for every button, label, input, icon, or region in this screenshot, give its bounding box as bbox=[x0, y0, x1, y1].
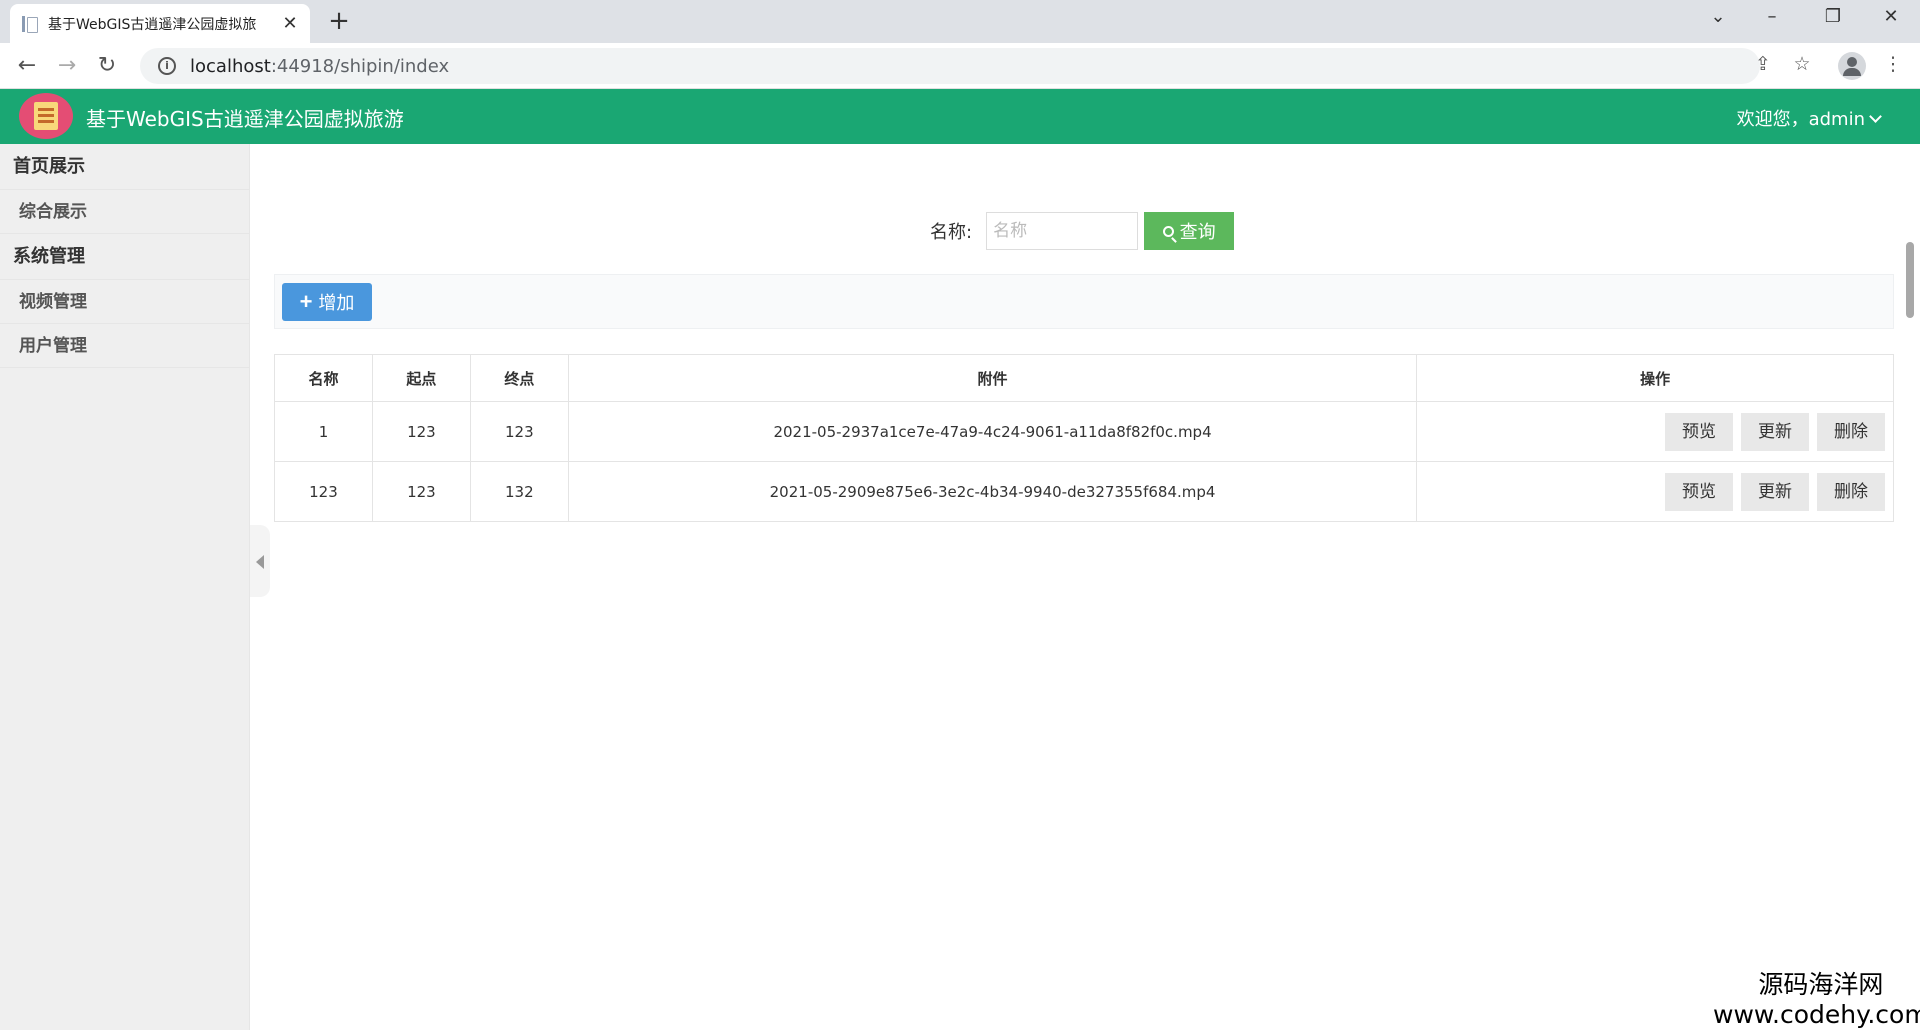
search-button[interactable]: 查询 bbox=[1144, 212, 1235, 250]
sidebar-group-system[interactable]: 系统管理 bbox=[0, 234, 249, 280]
share-icon[interactable]: ⇪ bbox=[1750, 53, 1776, 79]
sidebar-collapse-handle[interactable] bbox=[250, 525, 270, 597]
table-header-row: 名称 起点 终点 附件 操作 bbox=[274, 354, 1894, 402]
bookmark-star-icon[interactable]: ☆ bbox=[1789, 53, 1815, 79]
tab-search-dropdown-icon[interactable]: ⌄ bbox=[1698, 6, 1738, 27]
reload-icon[interactable]: ↻ bbox=[92, 51, 122, 81]
cell-name: 123 bbox=[274, 461, 373, 522]
update-button[interactable]: 更新 bbox=[1741, 412, 1809, 451]
close-tab-icon[interactable]: ✕ bbox=[280, 13, 300, 34]
search-icon bbox=[1162, 225, 1174, 237]
plus-icon: + bbox=[299, 289, 313, 314]
search-button-label: 查询 bbox=[1179, 222, 1216, 242]
search-input[interactable] bbox=[986, 212, 1139, 250]
cell-start: 123 bbox=[371, 401, 471, 462]
sidebar-item-overview[interactable]: 综合展示 bbox=[0, 190, 249, 234]
chevron-down-icon bbox=[1869, 110, 1882, 123]
forward-arrow-icon[interactable]: → bbox=[52, 51, 82, 81]
minimize-window-button[interactable]: – bbox=[1752, 6, 1792, 27]
column-header-start: 起点 bbox=[371, 354, 471, 402]
search-label: 名称: bbox=[930, 222, 973, 243]
sidebar-item-video[interactable]: 视频管理 bbox=[0, 280, 249, 324]
restore-window-button[interactable]: ❐ bbox=[1813, 6, 1853, 27]
site-info-icon[interactable]: i bbox=[158, 57, 176, 75]
url-input[interactable]: i localhost:44918/shipin/index bbox=[140, 48, 1760, 84]
cell-actions: 预览 更新 删除 bbox=[1416, 461, 1894, 522]
user-menu[interactable]: 欢迎您，admin bbox=[1736, 105, 1882, 131]
column-header-end: 终点 bbox=[469, 354, 569, 402]
cell-attachment: 2021-05-2937a1ce7e-47a9-4c24-9061-a11da8… bbox=[567, 401, 1418, 462]
preview-button[interactable]: 预览 bbox=[1665, 412, 1733, 451]
cell-attachment: 2021-05-2909e875e6-3e2c-4b34-9940-de3273… bbox=[567, 461, 1418, 522]
column-header-actions: 操作 bbox=[1416, 354, 1894, 402]
add-button[interactable]: + 增加 bbox=[282, 283, 372, 321]
search-form: 名称: 查询 bbox=[930, 211, 1235, 251]
app-title: 基于WebGIS古逍遥津公园虚拟旅游 bbox=[86, 107, 404, 131]
profile-avatar-icon[interactable] bbox=[1838, 52, 1866, 80]
browser-menu-icon[interactable]: ⋮ bbox=[1880, 53, 1906, 79]
watermark-line1: 源码海洋网 bbox=[1758, 970, 1884, 999]
sidebar: 首页展示 综合展示 系统管理 视频管理 用户管理 bbox=[0, 144, 250, 1030]
sidebar-group-home[interactable]: 首页展示 bbox=[0, 144, 249, 190]
page-favicon-icon bbox=[20, 15, 38, 33]
sidebar-item-users[interactable]: 用户管理 bbox=[0, 324, 249, 368]
delete-button[interactable]: 删除 bbox=[1817, 412, 1885, 451]
back-arrow-icon[interactable]: ← bbox=[12, 51, 42, 81]
new-tab-button[interactable]: + bbox=[325, 6, 353, 36]
add-button-label: 增加 bbox=[318, 293, 355, 313]
url-host: localhost bbox=[190, 55, 271, 77]
preview-button[interactable]: 预览 bbox=[1665, 472, 1733, 511]
cell-end: 123 bbox=[469, 401, 569, 462]
browser-tab[interactable]: 基于WebGIS古逍遥津公园虚拟旅 ✕ bbox=[10, 4, 310, 43]
cell-start: 123 bbox=[371, 461, 471, 522]
browser-address-bar: ← → ↻ i localhost:44918/shipin/index ⇪ ☆… bbox=[0, 43, 1920, 89]
delete-button[interactable]: 删除 bbox=[1817, 472, 1885, 511]
cell-end: 132 bbox=[469, 461, 569, 522]
update-button[interactable]: 更新 bbox=[1741, 472, 1809, 511]
browser-tab-strip: 基于WebGIS古逍遥津公园虚拟旅 ✕ + ⌄ – ❐ ✕ bbox=[0, 0, 1920, 43]
browser-tab-title: 基于WebGIS古逍遥津公园虚拟旅 bbox=[48, 16, 257, 33]
cell-actions: 预览 更新 删除 bbox=[1416, 401, 1894, 462]
watermark-line2: www.codehy.com bbox=[1713, 1000, 1920, 1029]
close-window-button[interactable]: ✕ bbox=[1871, 6, 1911, 27]
table-row: 123 123 132 2021-05-2909e875e6-3e2c-4b34… bbox=[274, 461, 1894, 522]
video-table: 名称 起点 终点 附件 操作 1 123 123 2021-05-2937a1c… bbox=[274, 354, 1894, 522]
column-header-name: 名称 bbox=[274, 354, 373, 402]
user-greeting: 欢迎您，admin bbox=[1736, 109, 1865, 130]
cell-name: 1 bbox=[274, 401, 373, 462]
url-path: :44918/shipin/index bbox=[270, 55, 450, 77]
app-header: 基于WebGIS古逍遥津公园虚拟旅游 欢迎您，admin bbox=[0, 89, 1920, 144]
watermark: 源码海洋网 www.codehy.com bbox=[1713, 970, 1920, 1030]
app-logo-icon bbox=[19, 93, 73, 139]
page-scrollbar[interactable] bbox=[1906, 242, 1914, 318]
toolbar: + 增加 bbox=[274, 274, 1894, 329]
table-row: 1 123 123 2021-05-2937a1ce7e-47a9-4c24-9… bbox=[274, 401, 1894, 462]
column-header-attachment: 附件 bbox=[567, 354, 1418, 402]
